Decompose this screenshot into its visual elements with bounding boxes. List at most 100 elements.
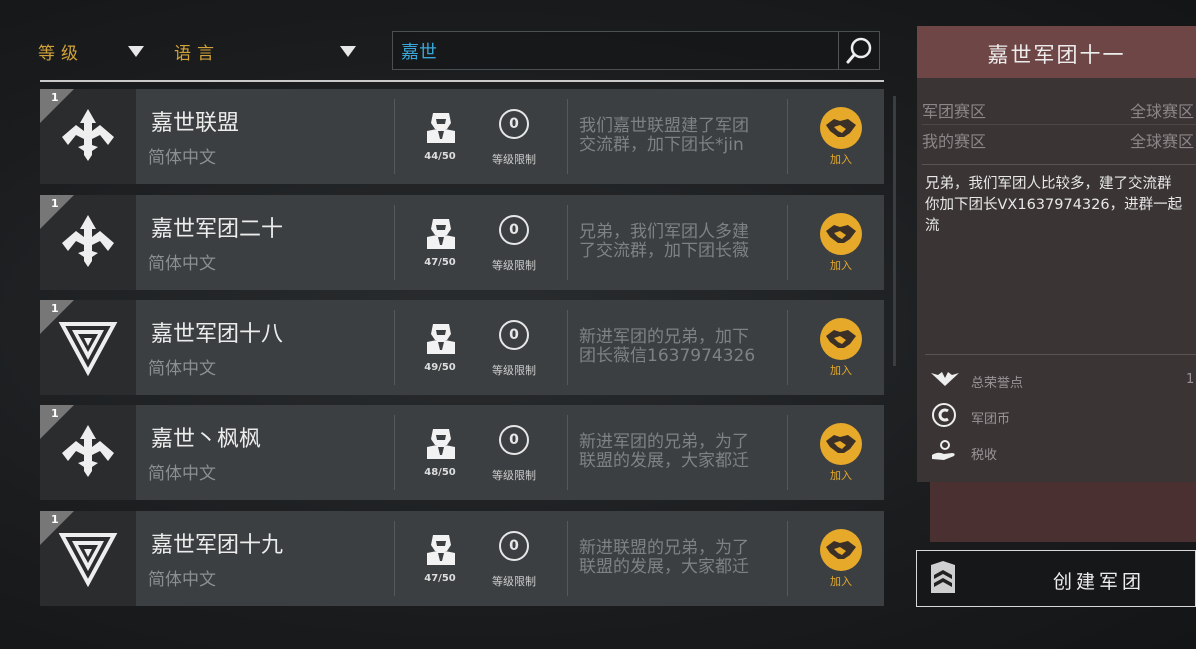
divider — [567, 415, 568, 490]
rank-number: 1 — [51, 407, 59, 420]
divider — [567, 310, 568, 385]
divider — [922, 124, 1196, 125]
join-button[interactable] — [820, 213, 862, 255]
guild-row[interactable]: 1 嘉世丶枫枫 简体中文 48/50 0 等级限制 新进军团的兄弟，为了 联盟的… — [40, 405, 884, 500]
region-label: 军团赛区 — [922, 102, 987, 121]
guild-card[interactable]: 嘉世军团十八 简体中文 49/50 0 等级限制 新进军团的兄弟，加下 团长薇信… — [136, 300, 884, 395]
handshake-icon — [826, 541, 856, 559]
join-label: 加入 — [830, 575, 852, 588]
level-limit-value: 0 — [499, 320, 529, 350]
guild-card[interactable]: 嘉世联盟 简体中文 44/50 0 等级限制 我们嘉世联盟建了军团 交流群，加下… — [136, 89, 884, 184]
handshake-icon — [826, 119, 856, 137]
level-limit-label: 等级限制 — [492, 259, 536, 272]
guild-badge-icon — [931, 561, 955, 593]
divider — [787, 99, 788, 174]
my-region-label: 我的赛区 — [922, 132, 987, 151]
member-count: 44/50 — [424, 151, 456, 162]
divider — [394, 521, 395, 596]
divider — [394, 205, 395, 280]
description-line: 了交流群，加下团长薇 — [579, 241, 749, 261]
winged-sword-emblem-icon — [58, 421, 118, 485]
guild-name: 嘉世丶枫枫 — [151, 427, 262, 452]
divider — [40, 80, 884, 82]
join-button[interactable] — [820, 529, 862, 571]
guild-row[interactable]: 1 嘉世联盟 简体中文 44/50 0 等级限制 我们嘉世联盟建了军团 交流群，… — [40, 89, 884, 184]
level-filter[interactable]: 等级 — [38, 34, 148, 68]
coin-icon — [932, 403, 956, 427]
rank-number: 1 — [51, 197, 59, 210]
search-box[interactable]: 嘉世 — [392, 31, 880, 70]
level-limit-label: 等级限制 — [492, 575, 536, 588]
wings-icon — [931, 372, 959, 386]
guild-row[interactable]: 1 嘉世军团十九 简体中文 47/50 0 等级限制 新进联盟的兄弟，为了 联盟… — [40, 511, 884, 606]
helmet-icon — [427, 219, 455, 249]
search-button[interactable] — [838, 32, 879, 69]
guild-description: 新进军团的兄弟，为了 联盟的发展，大家都迁 — [579, 433, 784, 471]
guild-row[interactable]: 1 嘉世军团十八 简体中文 49/50 0 等级限制 新进军团的兄弟，加下 团长… — [40, 300, 884, 395]
description-line: 兄弟，我们军团人比较多，建了交流群 — [925, 176, 1172, 192]
description-line: 流 — [925, 218, 940, 234]
tax-hand-icon — [932, 440, 955, 460]
guild-card[interactable]: 嘉世丶枫枫 简体中文 48/50 0 等级限制 新进军团的兄弟，为了 联盟的发展… — [136, 405, 884, 500]
guild-description: 兄弟，我们军团人比较多，建了交流群 你加下团长VX1637974326，进群一起… — [925, 174, 1196, 237]
rank-number: 1 — [51, 302, 59, 315]
guild-name: 嘉世军团十九 — [151, 533, 284, 558]
guild-description: 兄弟，我们军团人多建 了交流群，加下团长薇 — [579, 223, 784, 261]
level-limit-label: 等级限制 — [492, 469, 536, 482]
helmet-icon — [427, 113, 455, 143]
level-limit-value: 0 — [499, 425, 529, 455]
guild-language: 简体中文 — [148, 359, 216, 379]
description-line: 联盟的发展，大家都迁 — [579, 451, 749, 471]
divider — [787, 415, 788, 490]
region-value: 全球赛区 — [1129, 102, 1194, 121]
join-button[interactable] — [820, 107, 862, 149]
chevron-down-icon — [128, 46, 144, 57]
guild-emblem: 1 — [40, 405, 136, 500]
guild-emblem: 1 — [40, 300, 136, 395]
triangle-emblem-icon — [58, 527, 118, 591]
level-filter-label: 等级 — [38, 43, 84, 64]
search-input[interactable]: 嘉世 — [401, 38, 437, 64]
member-count: 47/50 — [424, 257, 456, 268]
level-limit-label: 等级限制 — [492, 153, 536, 166]
guild-name: 嘉世军团十八 — [151, 322, 284, 347]
coin-label: 军团币 — [971, 412, 1011, 427]
level-limit-value: 0 — [499, 215, 529, 245]
guild-card[interactable]: 嘉世军团二十 简体中文 47/50 0 等级限制 兄弟，我们军团人多建 了交流群… — [136, 195, 884, 290]
language-filter[interactable]: 语言 — [174, 34, 364, 68]
join-label: 加入 — [830, 259, 852, 272]
join-button[interactable] — [820, 318, 862, 360]
description-line: 新进军团的兄弟，加下 — [579, 327, 749, 347]
honor-value: 1 — [1186, 372, 1195, 387]
tax-label: 税收 — [971, 448, 998, 463]
my-region-value: 全球赛区 — [1129, 132, 1194, 151]
guild-row[interactable]: 1 嘉世军团二十 简体中文 47/50 0 等级限制 兄弟，我们军团人多建 了交… — [40, 195, 884, 290]
guild-emblem: 1 — [40, 89, 136, 184]
guild-language: 简体中文 — [148, 254, 216, 274]
description-line: 交流群，加下团长*jin — [579, 135, 744, 155]
guild-emblem: 1 — [40, 511, 136, 606]
guild-language: 简体中文 — [148, 148, 216, 168]
guild-description: 新进联盟的兄弟，为了 联盟的发展，大家都迁 — [579, 539, 784, 577]
divider — [787, 205, 788, 280]
divider — [925, 354, 1196, 355]
divider — [567, 99, 568, 174]
handshake-icon — [826, 435, 856, 453]
guild-card[interactable]: 嘉世军团十九 简体中文 47/50 0 等级限制 新进联盟的兄弟，为了 联盟的发… — [136, 511, 884, 606]
panel-header: 嘉世军团十一 — [917, 26, 1196, 78]
divider — [394, 310, 395, 385]
member-count: 48/50 — [424, 467, 456, 478]
divider — [567, 205, 568, 280]
join-button[interactable] — [820, 423, 862, 465]
rank-number: 1 — [51, 91, 59, 104]
description-line: 我们嘉世联盟建了军团 — [579, 116, 749, 136]
scrollbar[interactable] — [893, 96, 896, 366]
create-guild-label: 创建军团 — [1053, 571, 1146, 593]
helmet-icon — [427, 535, 455, 565]
divider — [922, 164, 1196, 165]
guild-emblem: 1 — [40, 195, 136, 290]
guild-language: 简体中文 — [148, 570, 216, 590]
helmet-icon — [427, 324, 455, 354]
handshake-icon — [826, 330, 856, 348]
create-guild-button[interactable]: 创建军团 — [916, 550, 1196, 607]
